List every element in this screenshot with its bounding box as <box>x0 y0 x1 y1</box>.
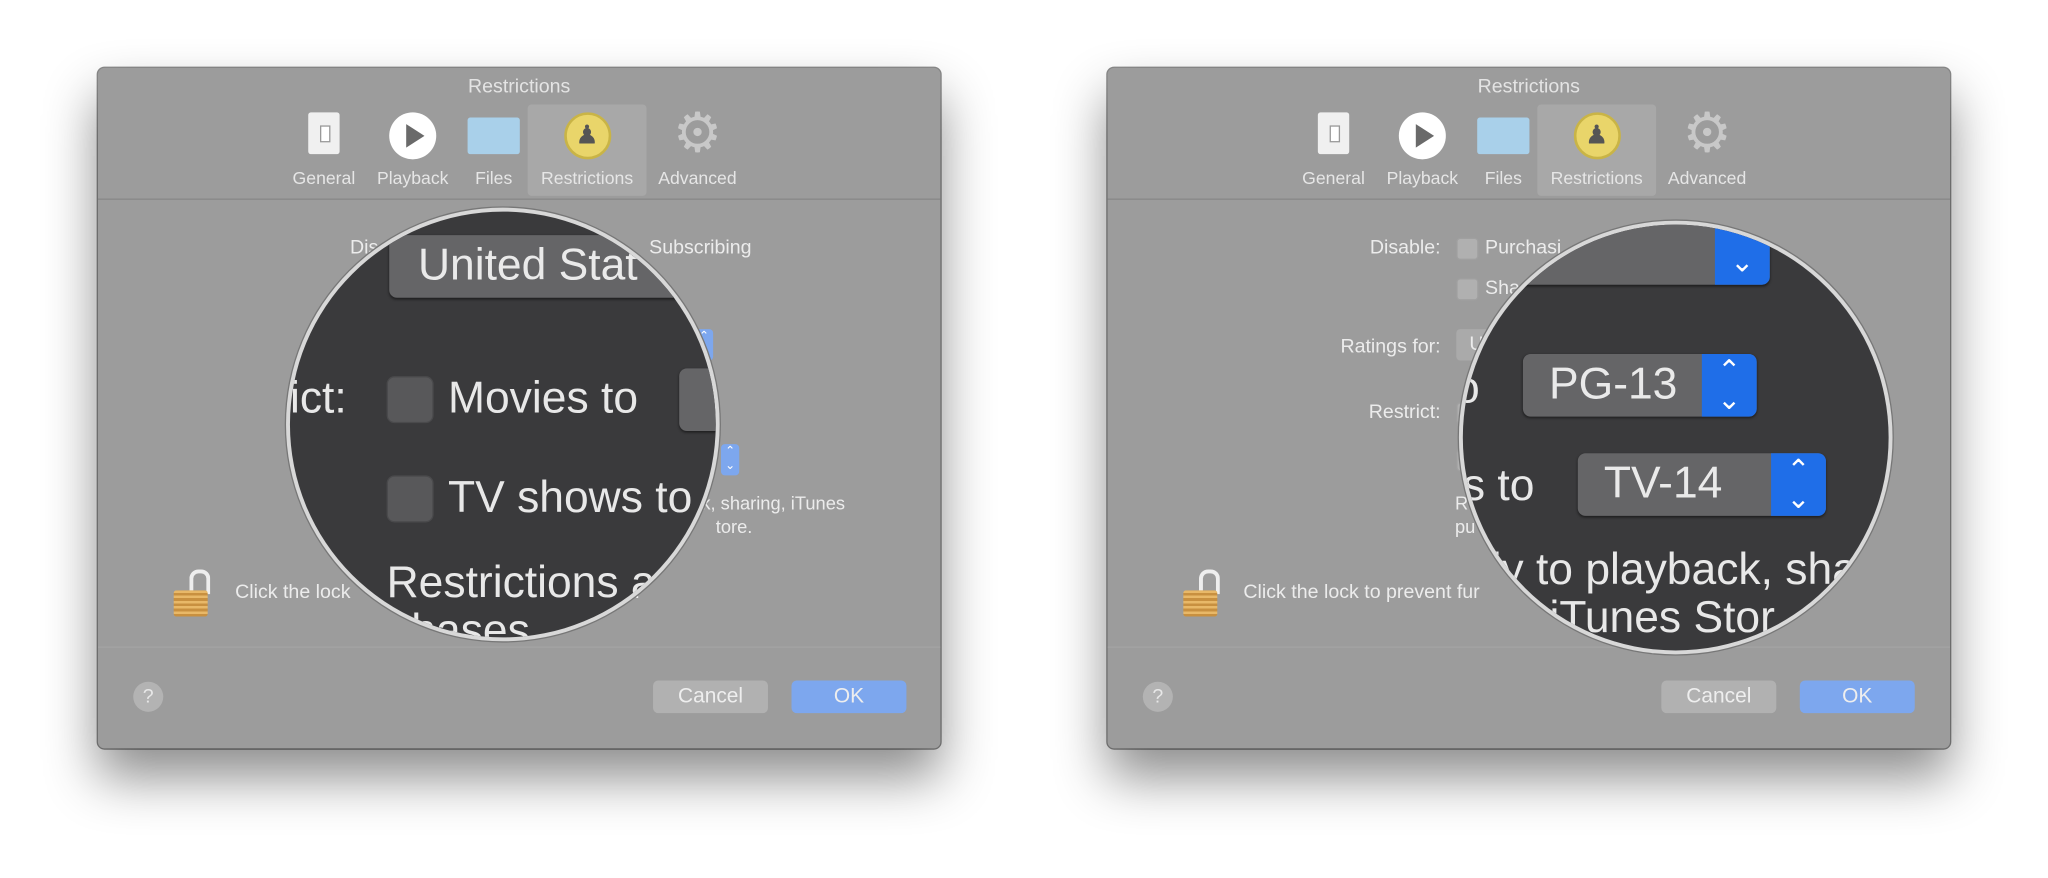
tab-label: Restrictions <box>541 168 634 189</box>
tv-label: TV shows to <box>447 472 693 523</box>
country-value: United Stat <box>417 240 638 290</box>
note-text: e iTunes Stor <box>1512 592 1775 643</box>
tab-general[interactable]: General <box>1297 104 1370 195</box>
tab-label: General <box>1302 168 1365 189</box>
tab-label: Advanced <box>1667 168 1747 189</box>
lock-open-icon[interactable] <box>173 569 211 617</box>
ratings-for-label: Ratings for: <box>1340 335 1441 358</box>
general-switch-icon <box>1317 112 1350 155</box>
tab-advanced[interactable]: ⚙ Advanced <box>652 104 743 195</box>
tab-label: General <box>292 168 356 189</box>
note-text: phases <box>386 606 530 638</box>
tv-stepper[interactable]: ⌃ ⌄ <box>720 444 740 476</box>
note-text: Restrictions ar <box>386 557 671 608</box>
window-title: Restrictions <box>467 75 571 98</box>
tab-label: Files <box>475 168 513 189</box>
sharing-checkbox[interactable] <box>1456 278 1479 301</box>
folder-icon <box>467 117 520 155</box>
lock-text: Click the lock <box>235 581 351 604</box>
movies-label: o <box>1463 363 1480 414</box>
help-button[interactable]: ? <box>133 681 164 712</box>
tab-label: Advanced <box>658 168 737 189</box>
tv-rating-value: TV-14 <box>1603 458 1723 509</box>
tab-advanced[interactable]: ⚙ Advanced <box>1661 104 1752 195</box>
folder-icon <box>1477 117 1530 155</box>
disable-label: Disable: <box>1369 236 1441 259</box>
toolbar: General Playback Files ♟ Restrictions ⚙ … <box>98 104 940 198</box>
note-text: ly to playback, sha <box>1491 544 1857 595</box>
movies-checkbox[interactable] <box>386 376 434 424</box>
divider <box>97 198 941 200</box>
tab-label: Restrictions <box>1550 168 1643 189</box>
divider <box>1107 198 1951 200</box>
tv-checkbox[interactable] <box>386 475 434 523</box>
magnifier-left: United Stat ict: Movies to TV shows to R… <box>289 211 716 638</box>
stepper-icon: ⌃ ⌄ <box>1771 453 1826 516</box>
tab-label: Files <box>1484 168 1522 189</box>
country-popup[interactable]: ⌃ ⌄ <box>1515 224 1770 285</box>
divider <box>1107 646 1951 648</box>
tv-rating-popup[interactable]: TV-14 ⌃ ⌄ <box>1577 453 1826 516</box>
cancel-button[interactable]: Cancel <box>653 680 768 714</box>
country-popup[interactable]: United Stat <box>389 235 716 298</box>
restrict-label: Restrict: <box>1368 400 1441 424</box>
tab-label: Playback <box>376 168 449 189</box>
note-text: k, sharing, iTunes <box>701 492 846 514</box>
tab-playback[interactable]: Playback <box>1379 104 1465 195</box>
divider <box>97 646 941 648</box>
ok-button[interactable]: OK <box>791 680 907 714</box>
movies-rating-popup[interactable] <box>679 368 716 432</box>
gear-icon: ⚙ <box>1682 101 1732 164</box>
play-icon <box>1398 112 1446 160</box>
window-title: Restrictions <box>1477 75 1580 98</box>
tv-label: s to <box>1462 461 1535 511</box>
sharing-label: Sha <box>1485 276 1520 300</box>
lock-text: Click the lock to prevent fur <box>1243 581 1480 604</box>
tab-playback[interactable]: Playback <box>370 104 456 195</box>
tab-general[interactable]: General <box>287 104 360 195</box>
movies-rating-value: PG-13 <box>1549 359 1678 409</box>
note-text: pu <box>1454 515 1476 537</box>
purchasing-checkbox[interactable] <box>1456 237 1479 260</box>
magnifier-right: ⌃⌄ o PG-13 ⌃⌄ s to TV-14 ⌃⌄ ly to playba… <box>1462 224 1889 651</box>
play-icon <box>389 112 437 160</box>
parental-controls-icon: ♟ <box>1573 112 1621 160</box>
ok-button[interactable]: OK <box>1799 680 1915 714</box>
tab-restrictions[interactable]: ♟ Restrictions <box>527 104 647 196</box>
movies-label: Movies to <box>447 373 639 424</box>
tab-label: Playback <box>1386 168 1459 189</box>
lock-open-icon[interactable] <box>1183 569 1220 617</box>
cancel-button[interactable]: Cancel <box>1661 680 1777 714</box>
movies-rating-popup[interactable]: PG-13 ⌃ ⌄ <box>1522 353 1757 417</box>
stepper-icon: ⌃ ⌄ <box>1701 353 1757 417</box>
help-button[interactable]: ? <box>1142 681 1173 712</box>
restrict-label: ict: <box>289 373 347 424</box>
parental-controls-icon: ♟ <box>563 112 611 160</box>
general-switch-icon <box>308 112 340 155</box>
gear-icon: ⚙ <box>672 101 723 164</box>
stepper-icon: ⌃ ⌄ <box>1714 224 1770 285</box>
toolbar: General Playback Files ♟ Restrictions ⚙ … <box>1108 104 1950 198</box>
note-text: tore. <box>715 515 753 537</box>
tab-files[interactable]: Files <box>464 104 524 195</box>
tab-files[interactable]: Files <box>1473 104 1533 195</box>
tab-restrictions[interactable]: ♟ Restrictions <box>1537 104 1657 196</box>
